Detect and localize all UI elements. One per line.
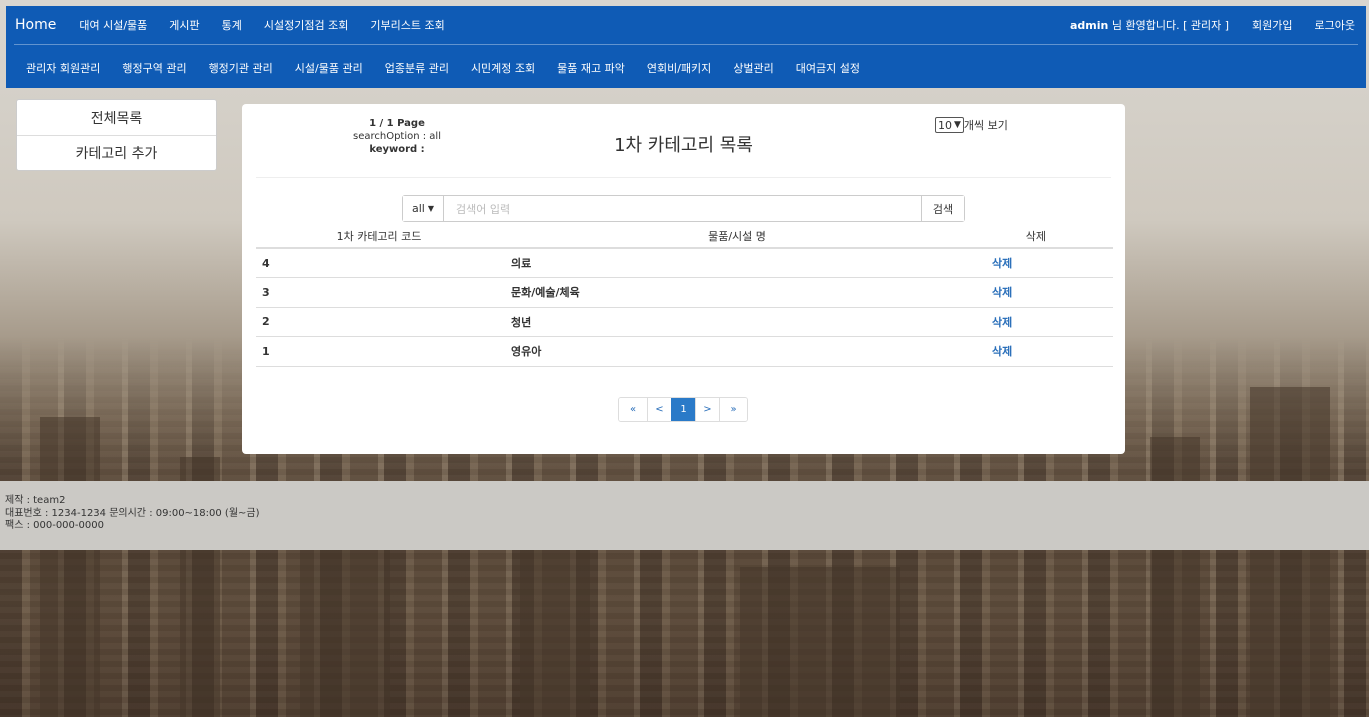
search-input[interactable]: 검색어 입력: [444, 196, 921, 221]
footer-credit: 제작 : team2: [5, 495, 66, 506]
top-navbar: Home 대여 시설/물품 게시판 통계 시설정기점검 조회 기부리스트 조회 …: [6, 6, 1366, 88]
category-code: 1: [256, 336, 502, 367]
nav-rental-link[interactable]: 대여 시설/물품: [68, 17, 158, 33]
side-menu: 전체목록 카테고리 추가: [16, 99, 217, 171]
per-page-label: 개씩 보기: [963, 119, 1008, 132]
logout-link[interactable]: 로그아웃: [1304, 17, 1366, 33]
per-page-control: 10 ▼ 개씩 보기: [935, 117, 1008, 133]
category-name: 문화/예술/체육: [502, 277, 972, 308]
background-building: [1250, 387, 1330, 717]
table-row: 1 영유아 삭제: [256, 336, 1113, 367]
admin-nav-districts[interactable]: 행정구역 관리: [111, 60, 197, 76]
background-building: [520, 537, 590, 717]
page-counter: 1 / 1 Page: [369, 118, 425, 129]
admin-nav-ban[interactable]: 대여금지 설정: [785, 60, 871, 76]
side-item-all-list[interactable]: 전체목록: [17, 100, 216, 135]
category-list-panel: 1 / 1 Page searchOption : all keyword : …: [242, 104, 1125, 454]
admin-nav-citizens[interactable]: 시민계정 조회: [460, 60, 546, 76]
caret-down-icon: ▼: [427, 204, 434, 213]
delete-link[interactable]: 삭제: [972, 307, 1113, 337]
per-page-select[interactable]: 10 ▼: [935, 117, 964, 133]
category-name: 의료: [502, 248, 972, 278]
admin-nav-inventory[interactable]: 물품 재고 파악: [546, 60, 636, 76]
last-page-button[interactable]: »: [719, 398, 747, 421]
admin-nav-rewards[interactable]: 상벌관리: [722, 60, 784, 76]
category-code: 3: [256, 277, 502, 308]
nav-home-link[interactable]: Home: [6, 17, 68, 33]
first-page-button[interactable]: «: [619, 398, 647, 421]
chevron-down-icon: ▼: [954, 120, 961, 130]
search-option-dropdown[interactable]: all ▼: [403, 196, 444, 221]
search-option-value: all: [411, 202, 425, 215]
divider: [256, 177, 1111, 178]
username: admin: [1070, 19, 1109, 32]
prev-page-button[interactable]: <: [647, 398, 671, 421]
per-page-value: 10: [938, 118, 952, 132]
column-header-delete: 삭제: [972, 224, 1113, 249]
category-code: 4: [256, 248, 502, 278]
nav-divider: [14, 44, 1358, 45]
delete-link[interactable]: 삭제: [972, 277, 1113, 308]
footer-fax: 팩스 : 000-000-0000: [5, 520, 104, 531]
side-item-add-category[interactable]: 카테고리 추가: [17, 135, 216, 170]
site-footer: 제작 : team2 대표번호 : 1234-1234 문의시간 : 09:00…: [0, 481, 1369, 550]
nav-donation-link[interactable]: 기부리스트 조회: [359, 17, 455, 33]
search-bar: all ▼ 검색어 입력 검색: [402, 195, 965, 222]
category-name: 청년: [502, 307, 972, 337]
column-header-name: 물품/시설 명: [502, 224, 972, 249]
admin-nav-fees[interactable]: 연회비/패키지: [636, 60, 722, 76]
background-building: [740, 567, 900, 717]
nav-stats-link[interactable]: 통계: [211, 17, 253, 33]
background-building: [40, 417, 100, 717]
category-table: 1차 카테고리 코드 물품/시설 명 삭제 4 의료 삭제 3 문화/예술/체육…: [256, 224, 1113, 367]
category-name: 영유아: [502, 336, 972, 367]
admin-nav-members[interactable]: 관리자 회원관리: [6, 60, 111, 76]
table-row: 2 청년 삭제: [256, 307, 1113, 337]
table-row: 3 문화/예술/체육 삭제: [256, 277, 1113, 308]
next-page-button[interactable]: >: [695, 398, 719, 421]
main-nav: Home 대여 시설/물품 게시판 통계 시설정기점검 조회 기부리스트 조회 …: [6, 6, 1366, 44]
welcome-message: admin 님 환영합니다. [ 관리자 ]: [1058, 17, 1241, 33]
search-button[interactable]: 검색: [921, 196, 964, 221]
delete-link[interactable]: 삭제: [972, 336, 1113, 367]
page-1-button[interactable]: 1: [671, 398, 695, 421]
table-header-row: 1차 카테고리 코드 물품/시설 명 삭제: [256, 224, 1113, 249]
category-code: 2: [256, 307, 502, 337]
column-header-code: 1차 카테고리 코드: [256, 224, 502, 249]
footer-contact: 대표번호 : 1234-1234 문의시간 : 09:00~18:00 (월~금…: [5, 507, 260, 519]
admin-nav: 관리자 회원관리 행정구역 관리 행정기관 관리 시설/물품 관리 업종분류 관…: [6, 54, 1366, 82]
background-building: [1150, 437, 1200, 717]
nav-inspection-link[interactable]: 시설정기점검 조회: [253, 17, 359, 33]
user-area: admin 님 환영합니다. [ 관리자 ] 회원가입 로그아웃: [1058, 17, 1366, 33]
nav-board-link[interactable]: 게시판: [158, 17, 210, 33]
admin-nav-facilities[interactable]: 시설/물품 관리: [284, 60, 374, 76]
delete-link[interactable]: 삭제: [972, 248, 1113, 278]
pagination: « < 1 > »: [618, 397, 748, 422]
admin-nav-categories[interactable]: 업종분류 관리: [374, 60, 460, 76]
welcome-text: 님 환영합니다. [ 관리자 ]: [1108, 19, 1230, 32]
admin-nav-agencies[interactable]: 행정기관 관리: [198, 60, 284, 76]
table-row: 4 의료 삭제: [256, 248, 1113, 278]
signup-link[interactable]: 회원가입: [1241, 17, 1303, 33]
page-title: 1차 카테고리 목록: [614, 135, 753, 156]
